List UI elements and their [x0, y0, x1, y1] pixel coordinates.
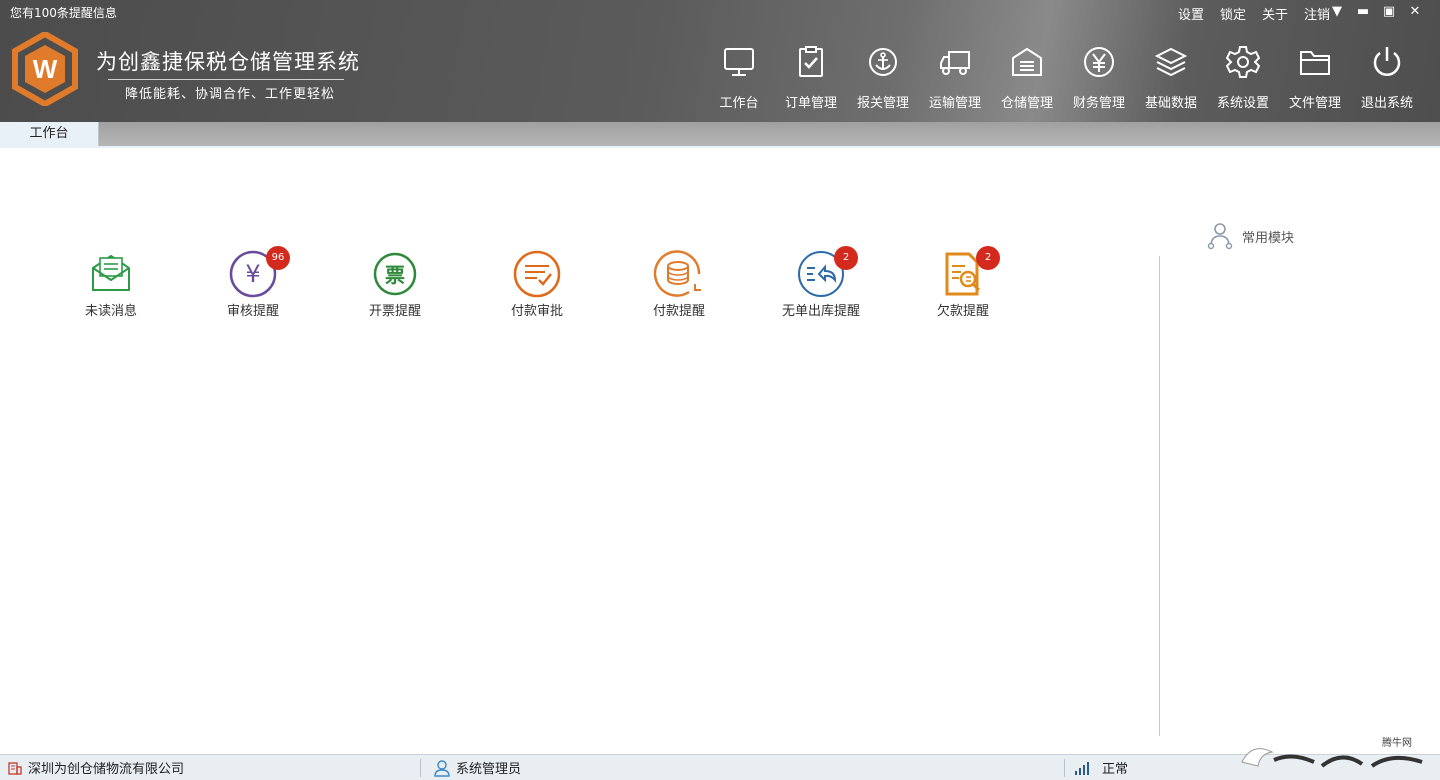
module-label: 审核提醒: [226, 304, 279, 319]
nav-orders[interactable]: 订单管理: [775, 44, 847, 111]
watermark-logo: 腾牛网: [1241, 736, 1423, 768]
coins-icon: [653, 250, 701, 297]
module-label: 未读消息: [84, 304, 137, 319]
nav-base-data[interactable]: 基础数据: [1135, 44, 1207, 111]
logo-letter: W: [33, 54, 58, 84]
common-modules-label: 常用模块: [1242, 230, 1295, 246]
module-audit-reminder[interactable]: ¥ 96 审核提醒: [182, 246, 324, 319]
layers-icon: [1154, 47, 1188, 77]
tab-workbench[interactable]: 工作台: [0, 122, 99, 148]
badge-count: 2: [834, 246, 858, 270]
module-unread-messages[interactable]: 未读消息: [40, 246, 182, 319]
warehouse-icon: [1012, 47, 1042, 76]
status-separator: [420, 759, 421, 777]
signal-icon: [1075, 761, 1089, 775]
maximize-icon[interactable]: ▣: [1376, 2, 1402, 22]
status-connection: 正常: [1074, 755, 1128, 780]
nav-label: 仓储管理: [1000, 96, 1053, 111]
status-separator: [1064, 759, 1065, 777]
module-payment-approval[interactable]: 付款审批: [466, 246, 608, 319]
nav-label: 报关管理: [856, 96, 909, 111]
yen-icon: [1084, 47, 1114, 77]
nav-system-settings[interactable]: 系统设置: [1207, 44, 1279, 111]
user-name: 系统管理员: [456, 762, 522, 777]
about-link[interactable]: 关于: [1262, 4, 1288, 23]
title-divider: [108, 79, 344, 80]
module-payment-reminder[interactable]: 付款提醒: [608, 246, 750, 319]
app-window: 您有100条提醒信息 设置 锁定 关于 注销 ▼ ▬ ▣ ✕ W 为创鑫捷保税仓…: [0, 0, 1440, 780]
gear-icon: [1225, 46, 1261, 78]
settings-link[interactable]: 设置: [1178, 4, 1204, 23]
svg-text:票: 票: [385, 263, 405, 287]
approval-icon: [513, 250, 561, 298]
nav-label: 订单管理: [784, 96, 837, 111]
status-company: 深圳为创仓储物流有限公司: [8, 755, 184, 780]
module-invoice-reminder[interactable]: 票 开票提醒: [324, 246, 466, 319]
module-label: 欠款提醒: [936, 304, 989, 319]
app-subtitle: 降低能耗、协调合作、工作更轻松: [125, 87, 336, 102]
svg-text:¥: ¥: [245, 260, 260, 288]
app-title: 为创鑫捷保税仓储管理系统: [96, 50, 360, 74]
window-controls: ▼ ▬ ▣ ✕: [1324, 2, 1428, 22]
truck-icon: [940, 51, 970, 75]
building-icon: [8, 761, 22, 775]
badge-count: 2: [976, 246, 1000, 270]
share-nodes-icon: [1207, 223, 1233, 250]
module-unlisted-outbound[interactable]: 2 无单出库提醒: [750, 246, 892, 319]
anchor-icon: [869, 48, 897, 76]
module-label: 无单出库提醒: [781, 304, 860, 319]
minimize-icon[interactable]: ▬: [1350, 2, 1376, 22]
close-icon[interactable]: ✕: [1402, 2, 1428, 22]
nav-label: 系统设置: [1216, 96, 1269, 111]
nav-label: 文件管理: [1288, 96, 1341, 111]
app-logo: W: [12, 32, 78, 106]
module-label: 开票提醒: [368, 304, 421, 319]
company-name: 深圳为创仓储物流有限公司: [28, 762, 185, 777]
user-icon: [434, 759, 450, 777]
nav-finance[interactable]: 财务管理: [1063, 44, 1135, 111]
power-icon: [1373, 47, 1401, 76]
module-label: 付款提醒: [652, 304, 705, 319]
connection-state: 正常: [1102, 762, 1129, 777]
tab-underline: [0, 146, 1440, 148]
reminder-modules: 未读消息 ¥ 96 审核提醒 票 开票提醒 付款审批 付款提醒 2 无单出库提醒…: [40, 246, 1034, 319]
badge-count: 96: [266, 246, 290, 270]
nav-label: 退出系统: [1360, 96, 1413, 111]
nav-label: 运输管理: [928, 96, 981, 111]
folder-icon: [1300, 51, 1330, 75]
common-modules-header[interactable]: 常用模块: [1206, 222, 1294, 250]
nav-label: 工作台: [719, 96, 759, 111]
module-arrears-reminder[interactable]: 2 欠款提醒: [892, 246, 1034, 319]
top-links: 设置 锁定 关于 注销: [1178, 4, 1330, 23]
nav-label: 基础数据: [1144, 96, 1197, 111]
panel-divider: [1159, 256, 1160, 736]
clipboard-check-icon: [799, 46, 823, 77]
nav-exit[interactable]: 退出系统: [1351, 44, 1423, 111]
invoice-icon: 票: [373, 252, 417, 296]
status-user: 系统管理员: [434, 755, 521, 780]
nav-label: 财务管理: [1072, 96, 1125, 111]
header-bar: 您有100条提醒信息 设置 锁定 关于 注销 ▼ ▬ ▣ ✕ W 为创鑫捷保税仓…: [0, 0, 1440, 122]
nav-files[interactable]: 文件管理: [1279, 44, 1351, 111]
lock-link[interactable]: 锁定: [1220, 4, 1246, 23]
envelope-icon: [92, 254, 130, 291]
watermark-text: 腾牛网: [1382, 736, 1412, 749]
nav-workbench[interactable]: 工作台: [703, 44, 775, 111]
main-nav: 工作台 订单管理 报关管理 运输管理 仓储管理 财务管理 基础数据 系统设置 文…: [703, 44, 1423, 111]
monitor-icon: [724, 48, 754, 76]
tab-bar: 工作台: [0, 122, 1440, 148]
nav-customs[interactable]: 报关管理: [847, 44, 919, 111]
reminder-notice[interactable]: 您有100条提醒信息: [10, 4, 117, 21]
nav-warehouse[interactable]: 仓储管理: [991, 44, 1063, 111]
dropdown-menu-icon[interactable]: ▼: [1324, 2, 1350, 22]
module-label: 付款审批: [510, 304, 563, 319]
nav-transport[interactable]: 运输管理: [919, 44, 991, 111]
